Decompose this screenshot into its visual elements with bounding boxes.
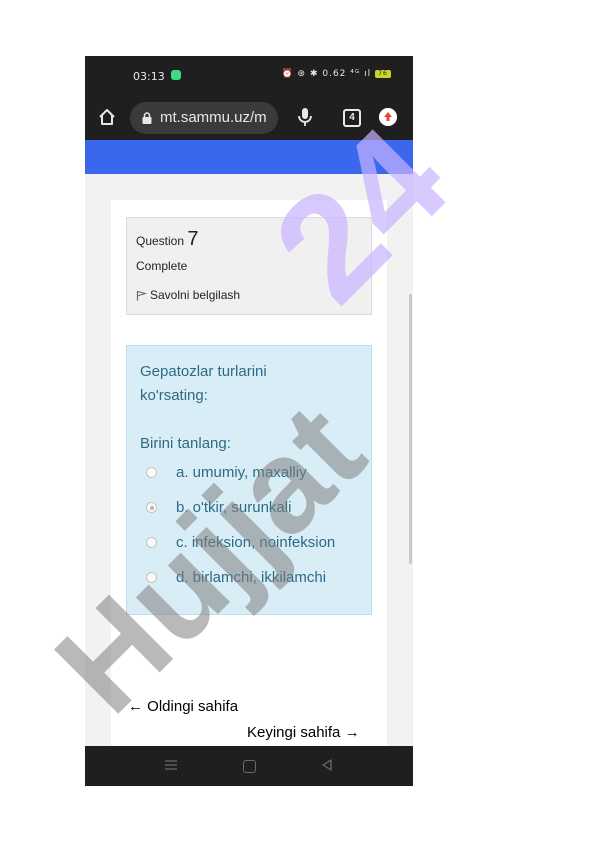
question-number-value: 7 <box>187 228 199 250</box>
system-nav-bar <box>85 746 413 786</box>
answer-option-d-label[interactable]: d. birlamchi, ikkilamchi <box>176 569 326 586</box>
answer-option-b[interactable]: b. o'tkir, surunkali <box>146 498 371 520</box>
answer-option-b-label[interactable]: b. o'tkir, surunkali <box>176 499 291 516</box>
address-bar[interactable]: mt.sammu.uz/m <box>130 102 278 134</box>
flag-question-label: Savolni belgilash <box>150 288 241 302</box>
page-content: Question 7 Complete Savolni belgilash Ge… <box>85 174 413 760</box>
answer-option-d[interactable]: d. birlamchi, ikkilamchi <box>146 568 371 590</box>
microphone-icon[interactable] <box>297 107 313 127</box>
question-box: Gepatozlar turlarini ko'rsating: Birini … <box>126 345 372 615</box>
status-bar: 03:13 ⏰ ⊛ ✱ 0.62 ⁴ᴳ ıl 76 <box>85 56 413 96</box>
page-scrollbar[interactable] <box>409 294 412 564</box>
flag-question-link[interactable]: Savolni belgilash <box>136 288 240 302</box>
answer-prompt: Birini tanlang: <box>140 435 231 452</box>
update-icon[interactable] <box>379 108 397 126</box>
phone-screen: 03:13 ⏰ ⊛ ✱ 0.62 ⁴ᴳ ıl 76 mt.sammu.uz/m … <box>85 56 413 786</box>
status-time: 03:13 <box>133 70 165 83</box>
question-state: Complete <box>136 259 188 273</box>
question-info-panel: Question 7 Complete Savolni belgilash <box>126 217 372 315</box>
answer-option-a[interactable]: a. umumiy, maxalliy <box>146 463 371 485</box>
tab-switcher-button[interactable]: 4 <box>343 109 361 127</box>
browser-toolbar: mt.sammu.uz/m 4 <box>85 96 413 140</box>
back-icon[interactable] <box>321 759 333 771</box>
question-label: Question <box>136 234 185 248</box>
url-text: mt.sammu.uz/m <box>160 109 267 126</box>
site-header-bar <box>85 140 413 174</box>
question-card: Question 7 Complete Savolni belgilash Ge… <box>111 200 387 760</box>
nav-home-icon[interactable] <box>243 760 256 773</box>
next-page-link[interactable]: Keyingi sahifa → <box>247 724 360 741</box>
question-text: Gepatozlar turlarini ko'rsating: <box>140 363 267 404</box>
radio-button-b[interactable] <box>146 502 157 513</box>
recents-icon[interactable] <box>165 760 177 770</box>
previous-page-label: Oldingi sahifa <box>147 698 239 715</box>
next-page-label: Keyingi sahifa <box>247 724 341 741</box>
answer-option-c-label[interactable]: c. infeksion, noinfeksion <box>176 534 335 551</box>
radio-button-a[interactable] <box>146 467 157 478</box>
flag-icon <box>136 290 147 301</box>
answer-option-a-label[interactable]: a. umumiy, maxalliy <box>176 464 307 481</box>
battery-icon: 76 <box>375 69 391 78</box>
home-icon[interactable] <box>98 108 116 126</box>
arrow-right-icon: → <box>340 724 360 741</box>
arrow-left-icon: ← <box>128 698 148 715</box>
status-icons-text: ⏰ ⊛ ✱ 0.62 ⁴ᴳ ıl <box>281 69 372 79</box>
radio-button-c[interactable] <box>146 537 157 548</box>
question-number: Question 7 <box>136 228 199 251</box>
lock-icon <box>142 112 152 124</box>
status-icons: ⏰ ⊛ ✱ 0.62 ⁴ᴳ ıl 76 <box>281 69 391 79</box>
radio-button-d[interactable] <box>146 572 157 583</box>
previous-page-link[interactable]: ← Oldingi sahifa <box>128 698 238 715</box>
app-notification-icon <box>171 70 181 80</box>
answer-option-c[interactable]: c. infeksion, noinfeksion <box>146 533 371 555</box>
